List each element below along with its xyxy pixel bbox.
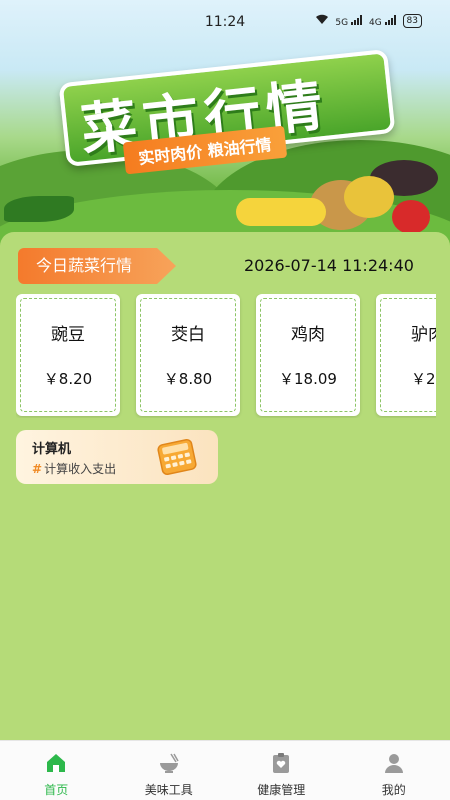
status-icons: 5G 4G 83	[315, 14, 422, 28]
leaf-image	[4, 196, 74, 222]
vegetable-name: 鸡肉	[291, 325, 325, 345]
card-border	[380, 298, 436, 412]
wifi-icon	[315, 14, 329, 28]
price-card-water-bamboo[interactable]: 茭白 ￥8.80	[136, 294, 240, 416]
calculator-subtitle-text: 计算收入支出	[44, 462, 117, 476]
melon-image	[344, 176, 394, 218]
home-icon	[44, 751, 68, 775]
card-border	[20, 298, 116, 412]
calculator-icon	[156, 438, 198, 476]
vegetable-price: ￥8.80	[163, 370, 213, 388]
bottom-nav: 首页 美味工具 健康管理 我的	[0, 740, 450, 800]
battery-icon: 83	[402, 14, 422, 28]
nav-label: 我的	[381, 783, 406, 797]
nav-label: 健康管理	[257, 783, 306, 797]
vegetable-price: ￥8.20	[43, 370, 93, 388]
price-list[interactable]: 豌豆 ￥8.20 茭白 ￥8.80 鸡肉 ￥18.09 驴肉 ￥28	[16, 294, 436, 418]
hashtag-icon: #	[32, 462, 43, 476]
bowl-icon	[157, 751, 181, 775]
calculator-subtitle: # 计算收入支出	[32, 460, 116, 477]
status-time: 11:24	[204, 14, 246, 30]
nav-home[interactable]: 首页	[0, 741, 113, 800]
status-bar: 11:24 5G 4G 83	[0, 0, 450, 44]
vegetable-price: ￥28	[410, 370, 436, 388]
calculator-title: 计算机	[32, 442, 72, 457]
signal-5g-icon: 5G	[335, 14, 363, 28]
nav-profile[interactable]: 我的	[338, 741, 450, 800]
price-card-peas[interactable]: 豌豆 ￥8.20	[16, 294, 120, 416]
calculator-card[interactable]: 计算机 # 计算收入支出	[16, 430, 218, 484]
person-icon	[382, 751, 406, 775]
price-card-donkey[interactable]: 驴肉 ￥28	[376, 294, 436, 416]
vegetable-price: ￥18.09	[279, 370, 337, 388]
card-border	[140, 298, 236, 412]
nav-health[interactable]: 健康管理	[225, 741, 338, 800]
apple-image	[392, 200, 430, 234]
nav-label: 首页	[44, 783, 69, 797]
current-datetime: 2026-07-14 11:24:40	[244, 256, 414, 275]
vegetable-name: 茭白	[171, 325, 205, 345]
nav-tools[interactable]: 美味工具	[113, 741, 226, 800]
banana-image	[236, 198, 326, 226]
vegetable-name: 驴肉	[411, 325, 436, 345]
signal-4g-icon: 4G	[369, 14, 397, 28]
card-border	[260, 298, 356, 412]
vegetable-name: 豌豆	[51, 325, 85, 345]
nav-label: 美味工具	[144, 783, 193, 797]
section-title: 今日蔬菜行情	[18, 248, 176, 284]
price-card-chicken[interactable]: 鸡肉 ￥18.09	[256, 294, 360, 416]
clipboard-heart-icon	[269, 751, 293, 775]
